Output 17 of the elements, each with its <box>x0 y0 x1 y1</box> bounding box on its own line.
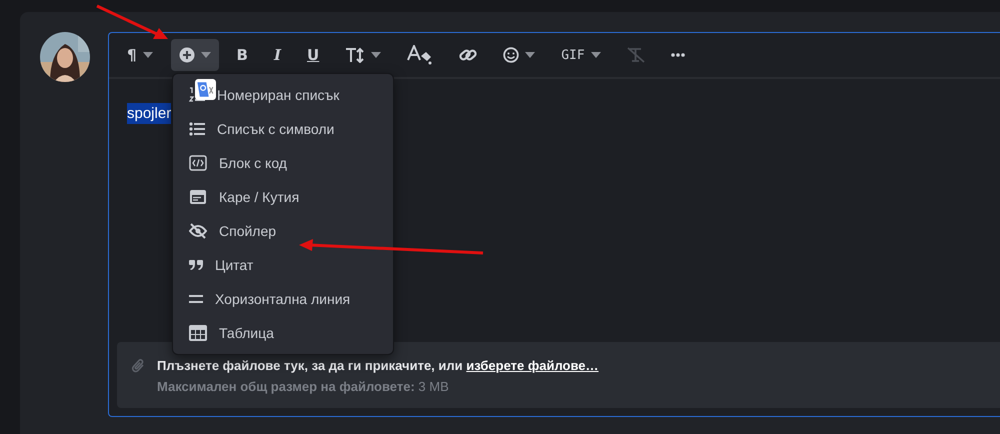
attach-prompt: Плъзнете файлове тук, за да ги прикачите, или <box>157 358 463 373</box>
toolbar-button[interactable]: I <box>266 39 290 71</box>
menu-item[interactable]: Блок с код <box>173 146 393 180</box>
menu-item[interactable]: Хоризонтална линия <box>173 282 393 316</box>
attachment-dropzone[interactable]: Плъзнете файлове тук, за да ги прикачите, или изберете файлове… Максимален общ размер на файловете: 3 MB <box>117 342 1000 408</box>
editor-text[interactable]: spojler <box>127 103 172 124</box>
menu-item[interactable]: Цитат <box>173 248 393 282</box>
toolbar-button[interactable]: U <box>299 39 328 71</box>
toolbar-button[interactable]: GIF <box>553 39 609 71</box>
menu-item[interactable]: Списък с символи <box>173 112 393 146</box>
size-limit-text: Максимален общ размер на файловете: 3 MB <box>157 379 450 394</box>
menu-item[interactable]: Каре / Кутия <box>173 180 393 214</box>
toolbar-button[interactable]: ¶ <box>119 39 161 71</box>
menu-item[interactable]: Номериран списък <box>173 78 393 112</box>
choose-files-link[interactable]: изберете файлове… <box>466 358 599 373</box>
menu-item[interactable]: Спойлер <box>173 214 393 248</box>
toolbar-button[interactable]: B <box>228 39 256 71</box>
